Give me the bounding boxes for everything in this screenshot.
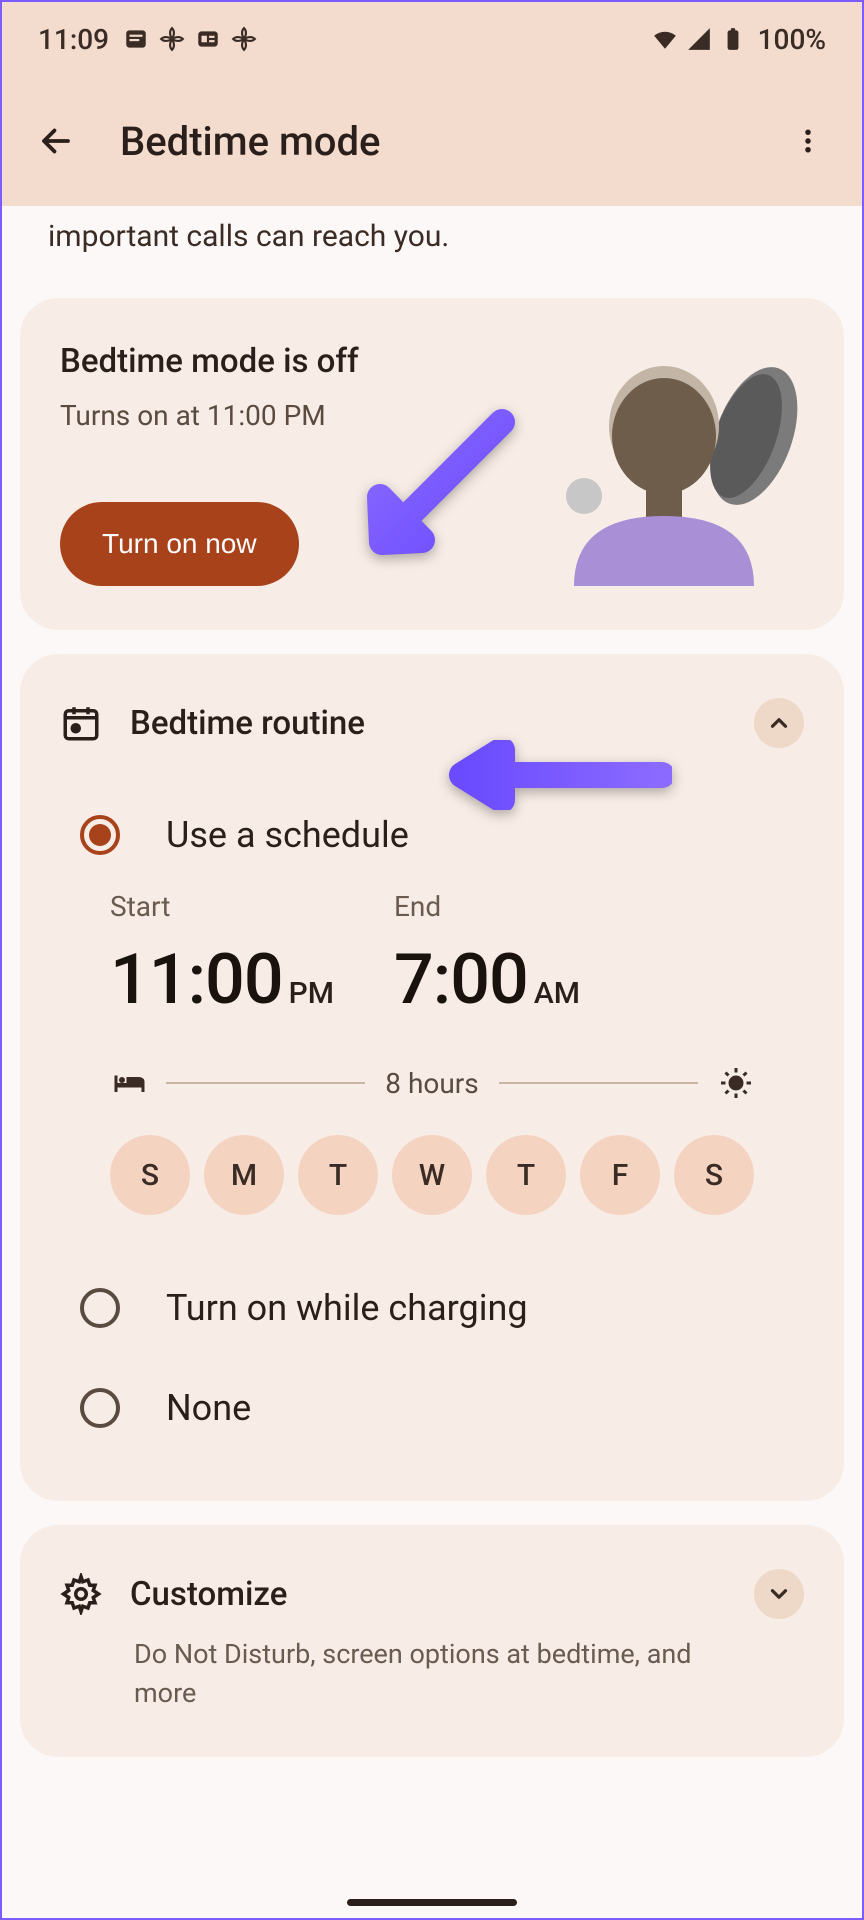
radio-none[interactable]: None [60, 1371, 804, 1445]
pinwheel-icon [159, 26, 185, 52]
expand-button[interactable] [754, 1569, 804, 1619]
divider [499, 1082, 698, 1084]
radio-icon [80, 815, 120, 855]
signal-icon [686, 26, 712, 52]
content-area: important calls can reach you. Bedtime m… [2, 206, 862, 1821]
collapse-button[interactable] [754, 698, 804, 748]
schedule-block: Start 11:00PM End 7:00AM 8 hours [60, 890, 804, 1245]
end-time-col: End 7:00AM [394, 890, 580, 1021]
back-button[interactable] [32, 117, 80, 165]
status-time: 11:09 [38, 23, 109, 56]
calendar-icon [60, 702, 102, 744]
sleep-illustration [554, 366, 804, 586]
turn-on-now-button[interactable]: Turn on now [60, 502, 299, 586]
radio-icon [80, 1288, 120, 1328]
customize-title: Customize [130, 1575, 726, 1614]
customize-header: Customize [60, 1569, 804, 1619]
days-row: S M T W T F S [110, 1135, 754, 1215]
day-chip-mon[interactable]: M [204, 1135, 284, 1215]
customize-card[interactable]: Customize Do Not Disturb, screen options… [20, 1525, 844, 1757]
radio-label-none: None [166, 1387, 251, 1429]
start-time-value[interactable]: 11:00 [110, 939, 283, 1021]
overflow-menu-button[interactable] [784, 117, 832, 165]
start-time-col: Start 11:00PM [110, 890, 334, 1021]
battery-icon [720, 26, 746, 52]
bedtime-routine-card: Bedtime routine Use a schedule Start 11:… [20, 654, 844, 1501]
end-label: End [394, 890, 580, 923]
pinwheel-icon [231, 26, 257, 52]
status-bar-right: 100% [652, 23, 826, 56]
sun-icon [718, 1065, 754, 1101]
status-bar: 11:09 100% [2, 2, 862, 76]
status-notif-icons [123, 26, 257, 52]
day-chip-fri[interactable]: F [580, 1135, 660, 1215]
radio-use-schedule[interactable]: Use a schedule [60, 798, 804, 872]
gear-icon [60, 1573, 102, 1615]
start-ampm: PM [289, 976, 334, 1011]
day-chip-sat[interactable]: S [674, 1135, 754, 1215]
start-label: Start [110, 890, 334, 923]
routine-header[interactable]: Bedtime routine [60, 698, 804, 748]
day-chip-wed[interactable]: W [392, 1135, 472, 1215]
message-icon [123, 26, 149, 52]
end-time-value[interactable]: 7:00 [394, 939, 528, 1021]
page-title: Bedtime mode [120, 118, 744, 165]
app-bar: Bedtime mode [2, 76, 862, 206]
nav-indicator[interactable] [347, 1899, 517, 1906]
day-chip-sun[interactable]: S [110, 1135, 190, 1215]
description-text: important calls can reach you. [20, 206, 844, 298]
radio-label-charging: Turn on while charging [166, 1287, 528, 1329]
end-ampm: AM [534, 976, 580, 1011]
customize-subtitle: Do Not Disturb, screen options at bedtim… [60, 1635, 804, 1713]
battery-percent: 100% [758, 23, 826, 56]
duration-row: 8 hours [110, 1065, 754, 1101]
routine-title: Bedtime routine [130, 704, 726, 743]
news-icon [195, 26, 221, 52]
radio-icon [80, 1388, 120, 1428]
day-chip-tue[interactable]: T [298, 1135, 378, 1215]
status-bar-left: 11:09 [38, 23, 257, 56]
wifi-icon [652, 26, 678, 52]
divider [166, 1082, 365, 1084]
bed-icon [110, 1065, 146, 1101]
radio-charging[interactable]: Turn on while charging [60, 1271, 804, 1345]
bedtime-status-card: Bedtime mode is off Turns on at 11:00 PM… [20, 298, 844, 630]
day-chip-thu[interactable]: T [486, 1135, 566, 1215]
duration-text: 8 hours [385, 1067, 478, 1100]
radio-label-schedule: Use a schedule [166, 814, 409, 856]
